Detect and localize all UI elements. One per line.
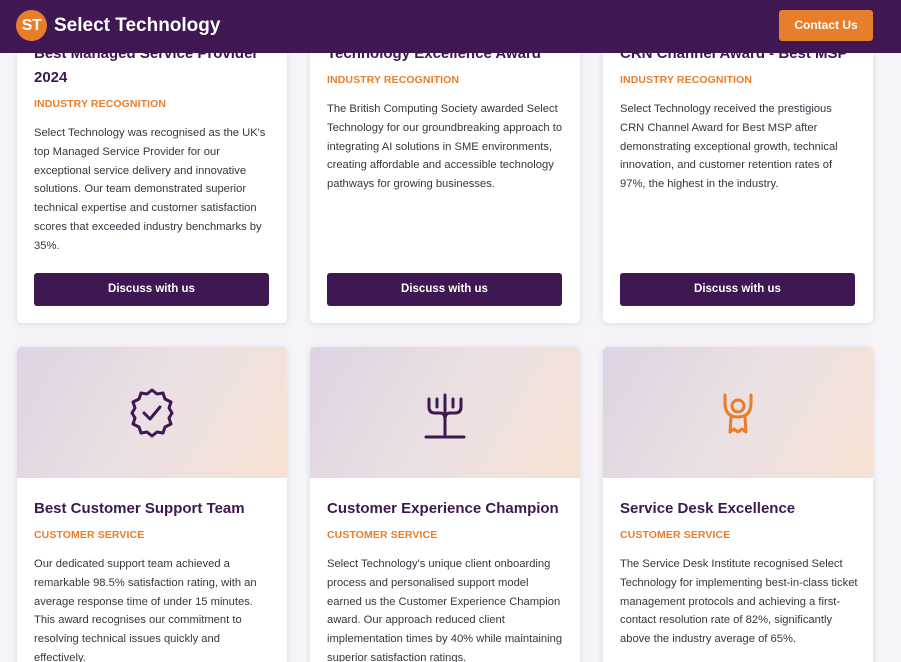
contact-us-button[interactable]: Contact Us (779, 10, 873, 41)
award-title: Service Desk Excellence (620, 500, 796, 517)
award-title: Best Customer Support Team (34, 500, 245, 517)
award-image (310, 347, 580, 478)
award-category: INDUSTRY RECOGNITION (620, 74, 753, 86)
trophy-icon (424, 393, 466, 439)
award-description: The British Computing Society awarded Se… (327, 103, 563, 191)
discuss-button[interactable]: Discuss with us (34, 273, 269, 306)
award-category: CUSTOMER SERVICE (327, 529, 438, 541)
award-card: Customer Experience Champion CUSTOMER SE… (310, 347, 580, 662)
award-category: CUSTOMER SERVICE (620, 529, 731, 541)
award-description: The Service Desk Institute recognised Se… (620, 558, 858, 646)
award-title: Customer Experience Champion (327, 500, 559, 517)
discuss-button[interactable]: Discuss with us (327, 273, 562, 306)
logo-badge[interactable]: ST (16, 10, 47, 41)
award-description: Select Technology was recognised as the … (34, 127, 266, 252)
award-image (603, 347, 873, 478)
award-description: Select Technology received the prestigio… (620, 103, 838, 191)
award-category: CUSTOMER SERVICE (34, 529, 145, 541)
brand-name[interactable]: Select Technology (54, 15, 220, 37)
site-header: ST Select Technology Contact Us (0, 0, 901, 53)
award-medal-icon (723, 393, 753, 434)
award-category: INDUSTRY RECOGNITION (34, 98, 167, 110)
award-description: Select Technology's unique client onboar… (327, 558, 563, 662)
discuss-button[interactable]: Discuss with us (620, 273, 855, 306)
award-description: Our dedicated support team achieved a re… (34, 558, 257, 662)
award-card: Best Customer Support Team CUSTOMER SERV… (17, 347, 287, 662)
award-image (17, 347, 287, 478)
award-category: INDUSTRY RECOGNITION (327, 74, 460, 86)
award-card: Service Desk Excellence CUSTOMER SERVICE… (603, 347, 873, 662)
badge-check-icon (130, 388, 174, 438)
